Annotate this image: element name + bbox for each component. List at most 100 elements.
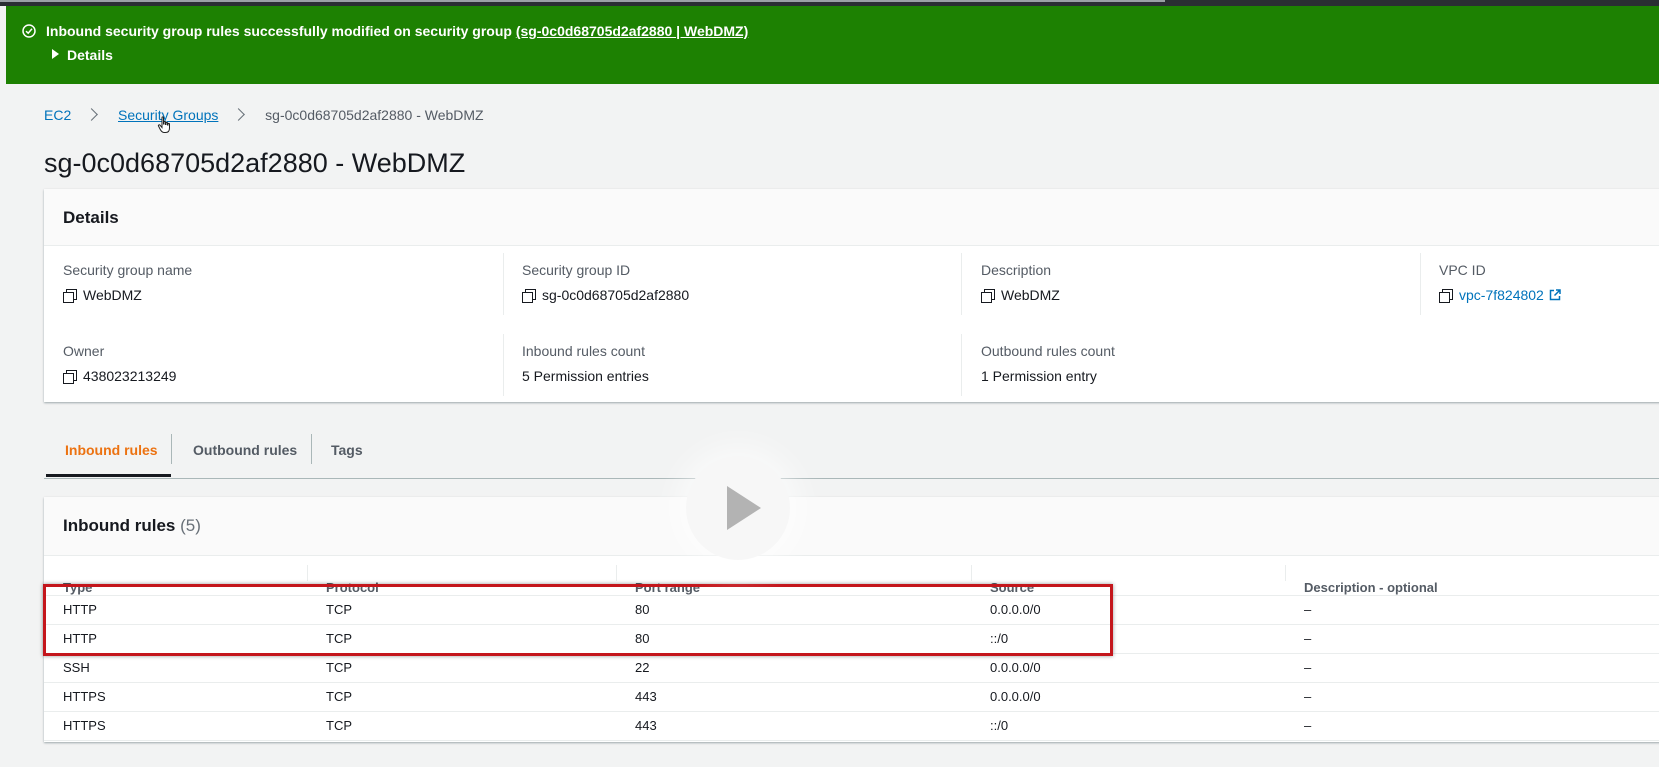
field-owner: Owner 438023213249 <box>63 343 176 384</box>
tab-tags[interactable]: Tags <box>331 442 363 458</box>
details-panel: Details Security group name WebDMZ Secur… <box>44 189 1659 402</box>
cell-source: 0.0.0.0/0 <box>971 682 1285 712</box>
col-type[interactable]: Type <box>44 555 307 596</box>
tab-outbound-rules[interactable]: Outbound rules <box>193 442 297 458</box>
inbound-rules-count: (5) <box>180 516 201 535</box>
cell-source: 0.0.0.0/0 <box>971 595 1285 625</box>
field-description: Description WebDMZ <box>981 262 1060 303</box>
cell-protocol: TCP <box>307 595 616 625</box>
field-label: Security group ID <box>522 262 631 278</box>
copy-icon[interactable] <box>1439 289 1453 303</box>
description-value: WebDMZ <box>1001 287 1060 303</box>
col-protocol[interactable]: Protocol <box>307 555 616 596</box>
page-title: sg-0c0d68705d2af2880 - WebDMZ <box>44 148 466 178</box>
tab-divider <box>311 434 312 464</box>
cell-protocol: TCP <box>307 624 616 654</box>
play-icon <box>727 486 761 530</box>
table-row[interactable]: HTTP TCP 80 ::/0 – <box>44 624 1659 654</box>
chevron-right-icon <box>232 108 246 121</box>
breadcrumb: EC2 Security Groups sg-0c0d68705d2af2880… <box>44 107 484 123</box>
cell-source: ::/0 <box>971 711 1285 741</box>
flash-message: Inbound security group rules successfull… <box>46 23 748 39</box>
column-divider <box>961 334 962 396</box>
vpc-id-link[interactable]: vpc-7f824802 <box>1459 287 1544 303</box>
col-type-label: Type <box>63 579 93 595</box>
inbound-rules-header: Inbound rules (5) <box>44 497 1659 556</box>
copy-icon[interactable] <box>981 289 995 303</box>
col-source-label: Source <box>990 579 1035 595</box>
col-port-range[interactable]: Port range <box>616 555 971 596</box>
field-security-group-name: Security group name WebDMZ <box>63 262 192 303</box>
column-divider <box>1420 253 1421 315</box>
security-group-name-value: WebDMZ <box>83 287 142 303</box>
column-divider <box>503 334 504 396</box>
field-value: WebDMZ <box>63 287 192 303</box>
tab-divider <box>171 434 172 464</box>
table-row[interactable]: HTTP TCP 80 0.0.0.0/0 – <box>44 595 1659 625</box>
field-value: 438023213249 <box>63 368 176 384</box>
flash-details-toggle[interactable]: Details <box>52 47 113 63</box>
owner-value: 438023213249 <box>83 368 177 384</box>
hand-cursor-icon <box>157 116 170 133</box>
col-description[interactable]: Description - optional <box>1285 555 1659 596</box>
external-link-icon[interactable] <box>1549 289 1561 301</box>
cell-type: HTTPS <box>44 682 307 712</box>
tab-bar: Inbound rules Outbound rules Tags <box>44 432 1659 479</box>
field-inbound-rules-count: Inbound rules count 5 Permission entries <box>522 343 649 384</box>
cell-port-range: 80 <box>616 624 971 654</box>
cell-port-range: 443 <box>616 711 971 741</box>
copy-icon[interactable] <box>63 370 77 384</box>
cell-protocol: TCP <box>307 682 616 712</box>
cell-description: – <box>1285 624 1659 654</box>
cell-type: HTTPS <box>44 711 307 741</box>
copy-icon[interactable] <box>522 289 536 303</box>
field-label: Owner <box>63 343 105 359</box>
cell-description: – <box>1285 653 1659 683</box>
inbound-rules-title-text: Inbound rules <box>63 516 176 535</box>
flash-details-label: Details <box>67 47 113 63</box>
cell-type: HTTP <box>44 624 307 654</box>
col-source[interactable]: Source <box>971 555 1285 596</box>
caret-right-icon <box>52 49 59 59</box>
cell-source: 0.0.0.0/0 <box>971 653 1285 683</box>
scroll-indicator <box>0 0 1165 2</box>
active-tab-indicator <box>46 474 171 477</box>
table-row[interactable]: HTTPS TCP 443 0.0.0.0/0 – <box>44 682 1659 712</box>
cell-port-range: 80 <box>616 595 971 625</box>
copy-icon[interactable] <box>63 289 77 303</box>
inbound-rules-title: Inbound rules (5) <box>63 516 201 536</box>
field-vpc-id: VPC ID vpc-7f824802 <box>1439 262 1561 303</box>
field-label: VPC ID <box>1439 262 1486 278</box>
tab-inbound-rules[interactable]: Inbound rules <box>65 442 158 458</box>
table-row[interactable]: SSH TCP 22 0.0.0.0/0 – <box>44 653 1659 683</box>
cell-protocol: TCP <box>307 711 616 741</box>
field-label: Description <box>981 262 1052 278</box>
chevron-right-icon <box>85 108 98 121</box>
breadcrumb-ec2[interactable]: EC2 <box>44 107 71 123</box>
cell-description: – <box>1285 682 1659 712</box>
field-value: vpc-7f824802 <box>1439 287 1561 303</box>
security-group-id-value: sg-0c0d68705d2af2880 <box>542 287 690 303</box>
field-value: sg-0c0d68705d2af2880 <box>522 287 689 303</box>
table-header-row: Type Protocol Port range Source Descript… <box>44 555 1659 596</box>
column-separator <box>971 565 972 581</box>
field-outbound-rules-count: Outbound rules count 1 Permission entry <box>981 343 1115 384</box>
col-protocol-label: Protocol <box>326 579 379 595</box>
col-port-range-label: Port range <box>635 579 701 595</box>
column-divider <box>961 253 962 315</box>
details-heading: Details <box>63 208 119 227</box>
table-row[interactable]: HTTPS TCP 443 ::/0 – <box>44 711 1659 741</box>
column-separator <box>307 565 308 581</box>
success-flash-banner: Inbound security group rules successfull… <box>6 6 1659 84</box>
cell-type: HTTP <box>44 595 307 625</box>
outbound-rules-count-value: 1 Permission entry <box>981 368 1097 384</box>
breadcrumb-current: sg-0c0d68705d2af2880 - WebDMZ <box>265 107 484 123</box>
inbound-rules-panel: Inbound rules (5) Type Protocol Port ran… <box>44 497 1659 742</box>
column-divider <box>503 253 504 315</box>
flash-security-group-link[interactable]: (sg-0c0d68705d2af2880 | WebDMZ) <box>516 23 748 39</box>
cell-protocol: TCP <box>307 653 616 683</box>
check-circle-icon <box>22 24 36 38</box>
field-label: Security group name <box>63 262 193 278</box>
video-play-button[interactable] <box>686 456 790 560</box>
field-value: WebDMZ <box>981 287 1060 303</box>
